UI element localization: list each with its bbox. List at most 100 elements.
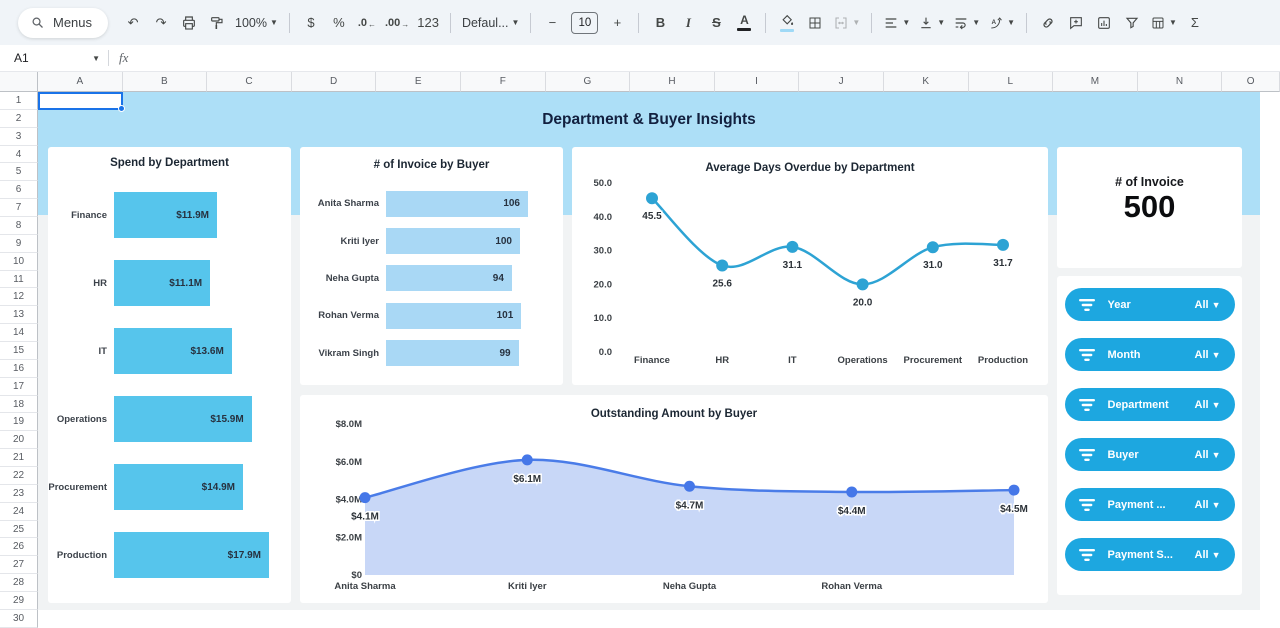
column-header-N[interactable]: N xyxy=(1138,72,1223,92)
decrease-font-size-button[interactable]: − xyxy=(539,9,565,36)
column-header-K[interactable]: K xyxy=(884,72,969,92)
horizontal-align-button[interactable]: ▼ xyxy=(880,9,913,36)
row-header-10[interactable]: 10 xyxy=(0,253,38,271)
row-header-2[interactable]: 2 xyxy=(0,110,38,128)
formula-input[interactable] xyxy=(128,45,1280,71)
merge-cells-button[interactable]: ▼ xyxy=(830,9,863,36)
row-header-6[interactable]: 6 xyxy=(0,181,38,199)
row-header-28[interactable]: 28 xyxy=(0,574,38,592)
column-header-D[interactable]: D xyxy=(292,72,377,92)
filter-pill-buyer[interactable]: BuyerAll▼ xyxy=(1065,438,1235,471)
sheet-canvas[interactable]: Department & Buyer Insights Spend by Dep… xyxy=(38,92,1280,628)
row-header-18[interactable]: 18 xyxy=(0,396,38,414)
row-header-24[interactable]: 24 xyxy=(0,503,38,521)
column-header-G[interactable]: G xyxy=(546,72,631,92)
column-header-M[interactable]: M xyxy=(1053,72,1138,92)
text-wrap-button[interactable]: ▼ xyxy=(950,9,983,36)
row-header-16[interactable]: 16 xyxy=(0,360,38,378)
data-label: $6.1M xyxy=(513,474,541,485)
menus-pill[interactable]: Menus xyxy=(18,8,108,38)
row-header-23[interactable]: 23 xyxy=(0,485,38,503)
font-select[interactable]: Defaul...▼ xyxy=(459,9,522,36)
print-button[interactable] xyxy=(176,9,202,36)
fill-color-button[interactable] xyxy=(774,9,800,36)
row-header-19[interactable]: 19 xyxy=(0,413,38,431)
borders-button[interactable] xyxy=(802,9,828,36)
paint-format-button[interactable] xyxy=(204,9,230,36)
more-formats-button[interactable]: 123 xyxy=(414,9,442,36)
row-header-27[interactable]: 27 xyxy=(0,556,38,574)
row-header-20[interactable]: 20 xyxy=(0,431,38,449)
row-header-4[interactable]: 4 xyxy=(0,146,38,164)
bar: $14.9M xyxy=(114,464,243,510)
outstanding-amount-chart[interactable]: Outstanding Amount by Buyer$0$2.0M$4.0M$… xyxy=(300,395,1048,603)
row-header-25[interactable]: 25 xyxy=(0,521,38,539)
value-label: 99 xyxy=(499,348,518,359)
functions-button[interactable]: Σ xyxy=(1182,9,1208,36)
row-header-26[interactable]: 26 xyxy=(0,538,38,556)
avg-days-overdue-chart[interactable]: Average Days Overdue by Department0.010.… xyxy=(572,147,1048,385)
row-header-17[interactable]: 17 xyxy=(0,378,38,396)
filter-pill-payment[interactable]: Payment ...All▼ xyxy=(1065,488,1235,521)
format-currency-button[interactable]: $ xyxy=(298,9,324,36)
row-header-7[interactable]: 7 xyxy=(0,199,38,217)
row-header-1[interactable]: 1 xyxy=(0,92,38,110)
insert-chart-button[interactable] xyxy=(1091,9,1117,36)
row-header-30[interactable]: 30 xyxy=(0,610,38,628)
filter-pill-department[interactable]: DepartmentAll▼ xyxy=(1065,388,1235,421)
name-box[interactable]: A1 ▼ xyxy=(14,51,108,65)
row-header-8[interactable]: 8 xyxy=(0,217,38,235)
row-header-13[interactable]: 13 xyxy=(0,306,38,324)
italic-button[interactable]: I xyxy=(675,9,701,36)
bar-row: Neha Gupta94 xyxy=(300,260,563,297)
row-header-14[interactable]: 14 xyxy=(0,324,38,342)
row-header-11[interactable]: 11 xyxy=(0,271,38,289)
row-header-5[interactable]: 5 xyxy=(0,163,38,181)
filter-pill-payment-s[interactable]: Payment S...All▼ xyxy=(1065,538,1235,571)
row-header-29[interactable]: 29 xyxy=(0,592,38,610)
invoice-count-scorecard[interactable]: # of Invoice 500 xyxy=(1057,147,1242,268)
strikethrough-button[interactable]: S xyxy=(703,9,729,36)
increase-decimal-button[interactable]: .00→ xyxy=(382,9,412,36)
format-percent-button[interactable]: % xyxy=(326,9,352,36)
column-header-A[interactable]: A xyxy=(38,72,123,92)
increase-font-size-button[interactable]: + xyxy=(604,9,630,36)
text-rotation-button[interactable]: A▼ xyxy=(985,9,1018,36)
table-views-button[interactable]: ▼ xyxy=(1147,9,1180,36)
row-header-3[interactable]: 3 xyxy=(0,128,38,146)
font-size-input[interactable]: 10 xyxy=(571,12,598,34)
decrease-decimal-button[interactable]: .0← xyxy=(354,9,380,36)
column-header-J[interactable]: J xyxy=(799,72,884,92)
filter-pill-month[interactable]: MonthAll▼ xyxy=(1065,338,1235,371)
invoices-by-buyer-chart[interactable]: # of Invoice by Buyer Anita Sharma106Kri… xyxy=(300,147,563,385)
column-header-E[interactable]: E xyxy=(376,72,461,92)
fill-handle[interactable] xyxy=(118,105,125,112)
spend-by-department-chart[interactable]: Spend by Department Finance$11.9MHR$11.1… xyxy=(48,147,291,603)
row-header-21[interactable]: 21 xyxy=(0,449,38,467)
redo-button[interactable]: ↷ xyxy=(148,9,174,36)
vertical-align-button[interactable]: ▼ xyxy=(915,9,948,36)
column-header-L[interactable]: L xyxy=(969,72,1054,92)
undo-button[interactable]: ↶ xyxy=(120,9,146,36)
row-header-22[interactable]: 22 xyxy=(0,467,38,485)
bold-button[interactable]: B xyxy=(647,9,673,36)
column-header-H[interactable]: H xyxy=(630,72,715,92)
column-header-O[interactable]: O xyxy=(1222,72,1280,92)
column-header-B[interactable]: B xyxy=(123,72,208,92)
insert-link-button[interactable] xyxy=(1035,9,1061,36)
row-header-12[interactable]: 12 xyxy=(0,288,38,306)
create-filter-button[interactable] xyxy=(1119,9,1145,36)
row-header-9[interactable]: 9 xyxy=(0,235,38,253)
filter-pill-year[interactable]: YearAll▼ xyxy=(1065,288,1235,321)
value-label: $14.9M xyxy=(202,482,243,493)
chevron-down-icon[interactable]: ▼ xyxy=(92,54,100,63)
row-header-15[interactable]: 15 xyxy=(0,342,38,360)
column-header-I[interactable]: I xyxy=(715,72,800,92)
select-all-corner[interactable] xyxy=(0,72,38,92)
column-header-F[interactable]: F xyxy=(461,72,546,92)
zoom-select[interactable]: 100%▼ xyxy=(232,9,281,36)
selected-cell-a1[interactable] xyxy=(38,92,123,110)
column-header-C[interactable]: C xyxy=(207,72,292,92)
text-color-button[interactable]: A xyxy=(731,9,757,36)
insert-comment-button[interactable] xyxy=(1063,9,1089,36)
